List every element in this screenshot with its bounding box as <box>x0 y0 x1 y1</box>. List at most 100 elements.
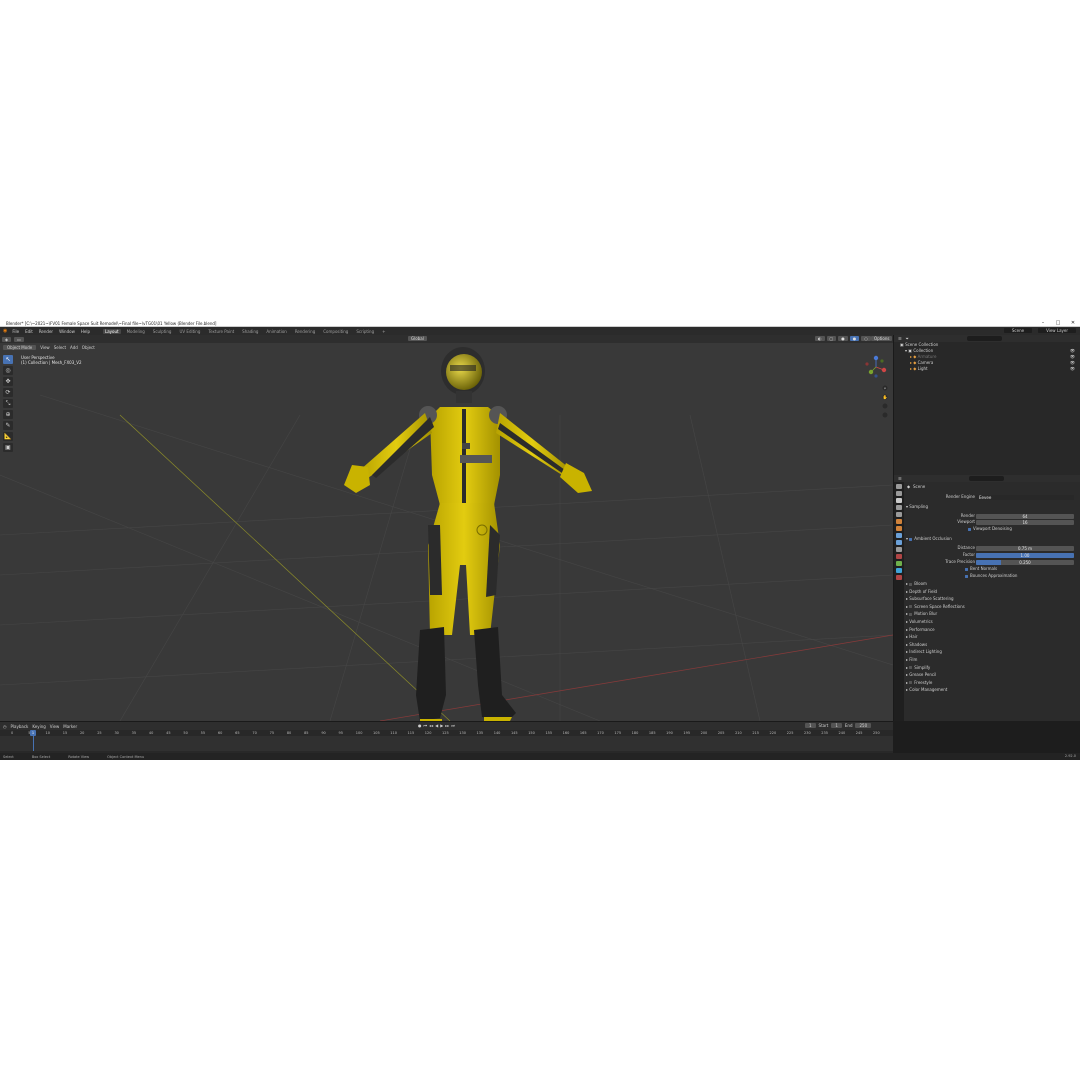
minimize-icon[interactable]: – <box>1040 320 1046 327</box>
viewport-denoising-row[interactable]: Viewport Denoising <box>968 526 1080 532</box>
tab-animation[interactable]: Animation <box>264 329 288 334</box>
render-samples-field[interactable]: 64 <box>976 513 1074 519</box>
constraints-tab-icon[interactable] <box>896 554 902 559</box>
properties-editor-icon[interactable]: ☰ <box>898 476 902 481</box>
view-layer-tab-icon[interactable] <box>896 505 902 510</box>
render-engine-dropdown[interactable]: Eevee <box>976 494 1074 500</box>
collapsed-panel-header[interactable]: ▸ Color Management <box>906 687 947 693</box>
world-tab-icon[interactable] <box>896 519 902 524</box>
collapsed-panel-header[interactable]: ▸ Freestyle <box>906 680 932 686</box>
bounces-checkbox[interactable] <box>965 574 968 578</box>
timeline-tick-label: 225 <box>786 731 794 735</box>
texture-tab-icon[interactable] <box>896 575 902 580</box>
menu-edit[interactable]: Edit <box>24 329 34 334</box>
collapsed-panel-header[interactable]: ▸ Motion Blur <box>906 611 937 617</box>
panel-enable-checkbox[interactable] <box>909 612 913 616</box>
timeline-track[interactable] <box>0 736 893 751</box>
bent-normals-checkbox[interactable] <box>965 567 968 571</box>
view-layer-selector[interactable]: View Layer <box>1038 328 1076 333</box>
bent-normals-row[interactable]: Bent Normals <box>965 566 1080 572</box>
ao-distance-field[interactable]: 0.75 m <box>976 545 1074 551</box>
properties-search-input[interactable] <box>969 476 1004 481</box>
collapsed-panel-header[interactable]: ▸ Film <box>906 657 917 663</box>
object-tab-icon[interactable] <box>896 526 902 531</box>
panel-enable-checkbox[interactable] <box>909 582 913 586</box>
menu-render[interactable]: Render <box>38 329 54 334</box>
record-icon[interactable]: ● <box>418 723 422 728</box>
timeline-menu-playback[interactable]: Playback <box>11 724 29 729</box>
collapsed-panel-header[interactable]: ▸ Indirect Lighting <box>906 649 942 655</box>
bounces-row[interactable]: Bounces Approximation <box>965 573 1080 579</box>
outliner-search-input[interactable] <box>967 336 1002 341</box>
material-tab-icon[interactable] <box>896 568 902 573</box>
next-key-icon[interactable]: ▸▸ <box>445 723 449 728</box>
timeline-menu-view[interactable]: View <box>50 724 60 729</box>
outliner-row[interactable]: ▸ ◆ Light 👁 <box>894 366 1080 372</box>
tab-rendering[interactable]: Rendering <box>293 329 317 334</box>
timeline-tick-label: 190 <box>666 731 673 735</box>
collapsed-panel-header[interactable]: ▸ Volumetrics <box>906 619 933 625</box>
visibility-eye-icon[interactable]: 👁 <box>1070 366 1075 372</box>
collapsed-panel-header[interactable]: ▸ Depth of Field <box>906 589 937 595</box>
collapsed-panel-header[interactable]: ▸ Shadows <box>906 642 927 648</box>
output-tab-icon[interactable] <box>896 498 902 503</box>
jump-start-icon[interactable]: ⏮ <box>424 723 428 728</box>
filter-icon[interactable]: ⏷ <box>906 336 909 341</box>
collapsed-panel-header[interactable]: ▸ Performance <box>906 627 935 633</box>
viewport-samples-field[interactable]: 16 <box>976 519 1074 525</box>
timeline-editor-icon[interactable]: ◷ <box>3 724 7 729</box>
collapsed-panel-header[interactable]: ▸ Subsurface Scattering <box>906 596 954 602</box>
panel-enable-checkbox[interactable] <box>909 666 913 670</box>
ao-panel-header[interactable]: ▾ Ambient Occlusion <box>906 536 952 542</box>
timeline-menu-marker[interactable]: Marker <box>63 724 77 729</box>
play-icon[interactable]: ▶ <box>440 723 443 728</box>
tab-sculpting[interactable]: Sculpting <box>151 329 174 334</box>
space-suit-figure[interactable] <box>0 335 893 721</box>
blender-logo-icon[interactable]: ◉ <box>3 328 7 334</box>
particles-tab-icon[interactable] <box>896 540 902 545</box>
panel-title: Bloom <box>914 581 927 586</box>
end-frame-field[interactable]: 250 <box>855 723 872 728</box>
collapsed-panel-header[interactable]: ▸ Grease Pencil <box>906 672 936 678</box>
scene-selector[interactable]: Scene <box>1003 328 1033 333</box>
menu-help[interactable]: Help <box>80 329 91 334</box>
ao-checkbox[interactable] <box>909 537 913 541</box>
tab-texture-paint[interactable]: Texture Paint <box>206 329 236 334</box>
tool-tab-icon[interactable] <box>896 484 902 489</box>
render-tab-icon[interactable] <box>896 491 902 496</box>
panel-enable-checkbox[interactable] <box>909 605 913 609</box>
ao-precision-slider[interactable]: 0.250 <box>976 559 1074 565</box>
ao-factor-slider[interactable]: 1.00 <box>976 552 1074 558</box>
jump-end-icon[interactable]: ⏭ <box>451 723 455 728</box>
menu-window[interactable]: Window <box>58 329 76 334</box>
tab-uv-editing[interactable]: UV Editing <box>177 329 202 334</box>
start-frame-field[interactable]: 1 <box>831 723 842 728</box>
scene-tab-icon[interactable] <box>896 512 902 517</box>
panel-enable-checkbox[interactable] <box>909 681 913 685</box>
viewport-denoising-checkbox[interactable] <box>968 527 971 531</box>
data-tab-icon[interactable] <box>896 561 902 566</box>
menu-file[interactable]: File <box>11 329 20 334</box>
close-icon[interactable]: ✕ <box>1070 320 1076 327</box>
play-reverse-icon[interactable]: ◀ <box>435 723 438 728</box>
modifiers-tab-icon[interactable] <box>896 533 902 538</box>
collapsed-panel-header[interactable]: ▸ Screen Space Reflections <box>906 604 965 610</box>
tab-shading[interactable]: Shading <box>240 329 260 334</box>
tab-compositing[interactable]: Compositing <box>321 329 350 334</box>
timeline-menu-keying[interactable]: Keying <box>32 724 45 729</box>
add-workspace-icon[interactable]: + <box>380 329 387 334</box>
playhead[interactable]: 1 <box>30 730 36 736</box>
current-frame-field[interactable]: 1 <box>805 723 816 728</box>
physics-tab-icon[interactable] <box>896 547 902 552</box>
3d-viewport[interactable]: ◈ ▭ Global Options ◐ ▢ ● ● ○ Object Mode… <box>0 335 893 721</box>
collapsed-panel-header[interactable]: ▸ Simplify <box>906 665 930 671</box>
sampling-panel-header[interactable]: ▾ Sampling <box>906 504 928 510</box>
outliner-editor-icon[interactable]: ☰ <box>898 336 902 341</box>
maximize-icon[interactable]: □ <box>1055 320 1061 327</box>
collapsed-panel-header[interactable]: ▸ Hair <box>906 634 918 640</box>
prev-key-icon[interactable]: ◂◂ <box>429 723 433 728</box>
tab-modeling[interactable]: Modeling <box>125 329 147 334</box>
tab-scripting[interactable]: Scripting <box>354 329 376 334</box>
tab-layout[interactable]: Layout <box>102 328 121 334</box>
collapsed-panel-header[interactable]: ▸ Bloom <box>906 581 927 587</box>
